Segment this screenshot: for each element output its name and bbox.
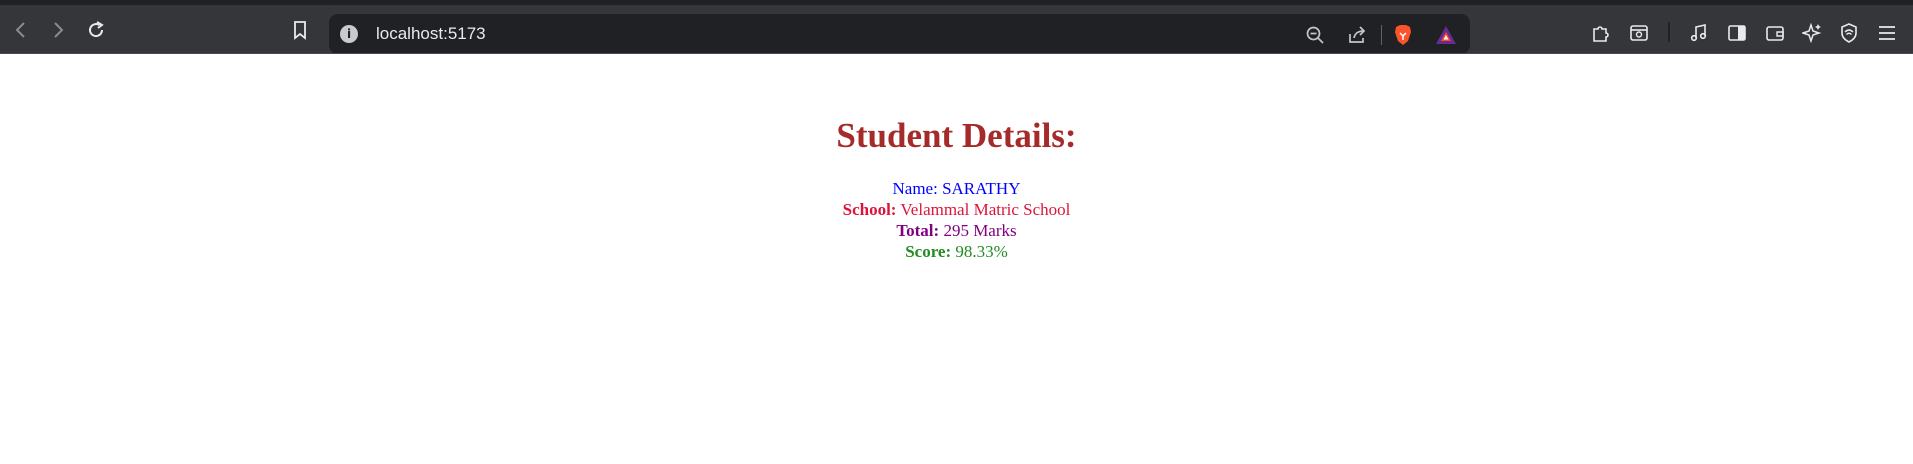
- menu-button[interactable]: [1876, 22, 1898, 44]
- reload-icon: [89, 21, 104, 38]
- toolbar-divider: [1668, 22, 1670, 42]
- wallet-button[interactable]: [1764, 22, 1786, 44]
- address-bar[interactable]: i localhost:5173: [329, 14, 1470, 54]
- brave-shields-button[interactable]: [1392, 24, 1414, 46]
- school-label: School:: [842, 200, 897, 219]
- sidebar-button[interactable]: [1726, 22, 1748, 44]
- bookmark-button[interactable]: [289, 19, 311, 41]
- extensions-button[interactable]: [1590, 22, 1612, 44]
- total-label: Total:: [896, 221, 940, 240]
- share-button[interactable]: [1346, 24, 1368, 46]
- total-row: Total: 295 Marks: [0, 220, 1913, 241]
- page-title: Student Details:: [836, 116, 1077, 155]
- hamburger-menu-icon: [1879, 26, 1895, 40]
- chevron-right-icon: [54, 22, 64, 38]
- wallet-icon: [1766, 26, 1784, 41]
- school-value: Velammal Matric School: [900, 200, 1071, 219]
- tab-search-icon: [1630, 25, 1648, 41]
- page-content: Student Details: Name: SARATHY School: V…: [0, 54, 1913, 262]
- site-info-icon[interactable]: i: [340, 25, 358, 43]
- total-value: 295 Marks: [943, 221, 1017, 240]
- rewards-triangle-icon: [1436, 26, 1456, 44]
- sparkle-icon: [1802, 23, 1822, 43]
- name-value: SARATHY: [942, 179, 1021, 198]
- chevron-left-icon: [15, 22, 25, 38]
- leo-ai-button[interactable]: [1801, 22, 1823, 44]
- school-row: School: Velammal Matric School: [0, 199, 1913, 220]
- media-button[interactable]: [1688, 22, 1710, 44]
- score-value: 98.33%: [955, 242, 1008, 261]
- url-divider: [1381, 25, 1382, 45]
- score-row: Score: 98.33%: [0, 241, 1913, 262]
- music-note-icon: [1690, 24, 1707, 42]
- zoom-button[interactable]: [1304, 24, 1326, 46]
- bookmark-icon: [294, 21, 306, 40]
- share-icon: [1349, 26, 1366, 43]
- brave-rewards-button[interactable]: [1435, 24, 1457, 46]
- vpn-button[interactable]: [1838, 22, 1860, 44]
- reload-button[interactable]: [85, 19, 107, 41]
- forward-button[interactable]: [47, 19, 69, 41]
- name-row: Name: SARATHY: [0, 178, 1913, 199]
- shield-icon: [1841, 23, 1857, 43]
- puzzle-icon: [1593, 26, 1609, 42]
- score-label: Score:: [905, 242, 952, 261]
- sidebar-icon: [1728, 25, 1746, 41]
- back-button[interactable]: [10, 19, 32, 41]
- brave-lion-icon: [1395, 25, 1411, 45]
- tab-search-button[interactable]: [1628, 22, 1650, 44]
- browser-toolbar: i localhost:5173: [0, 0, 1913, 54]
- name-label: Name:: [892, 179, 938, 198]
- student-details: Name: SARATHY School: Velammal Matric Sc…: [0, 178, 1913, 262]
- url-text[interactable]: localhost:5173: [376, 24, 486, 44]
- zoom-out-icon: [1306, 26, 1324, 44]
